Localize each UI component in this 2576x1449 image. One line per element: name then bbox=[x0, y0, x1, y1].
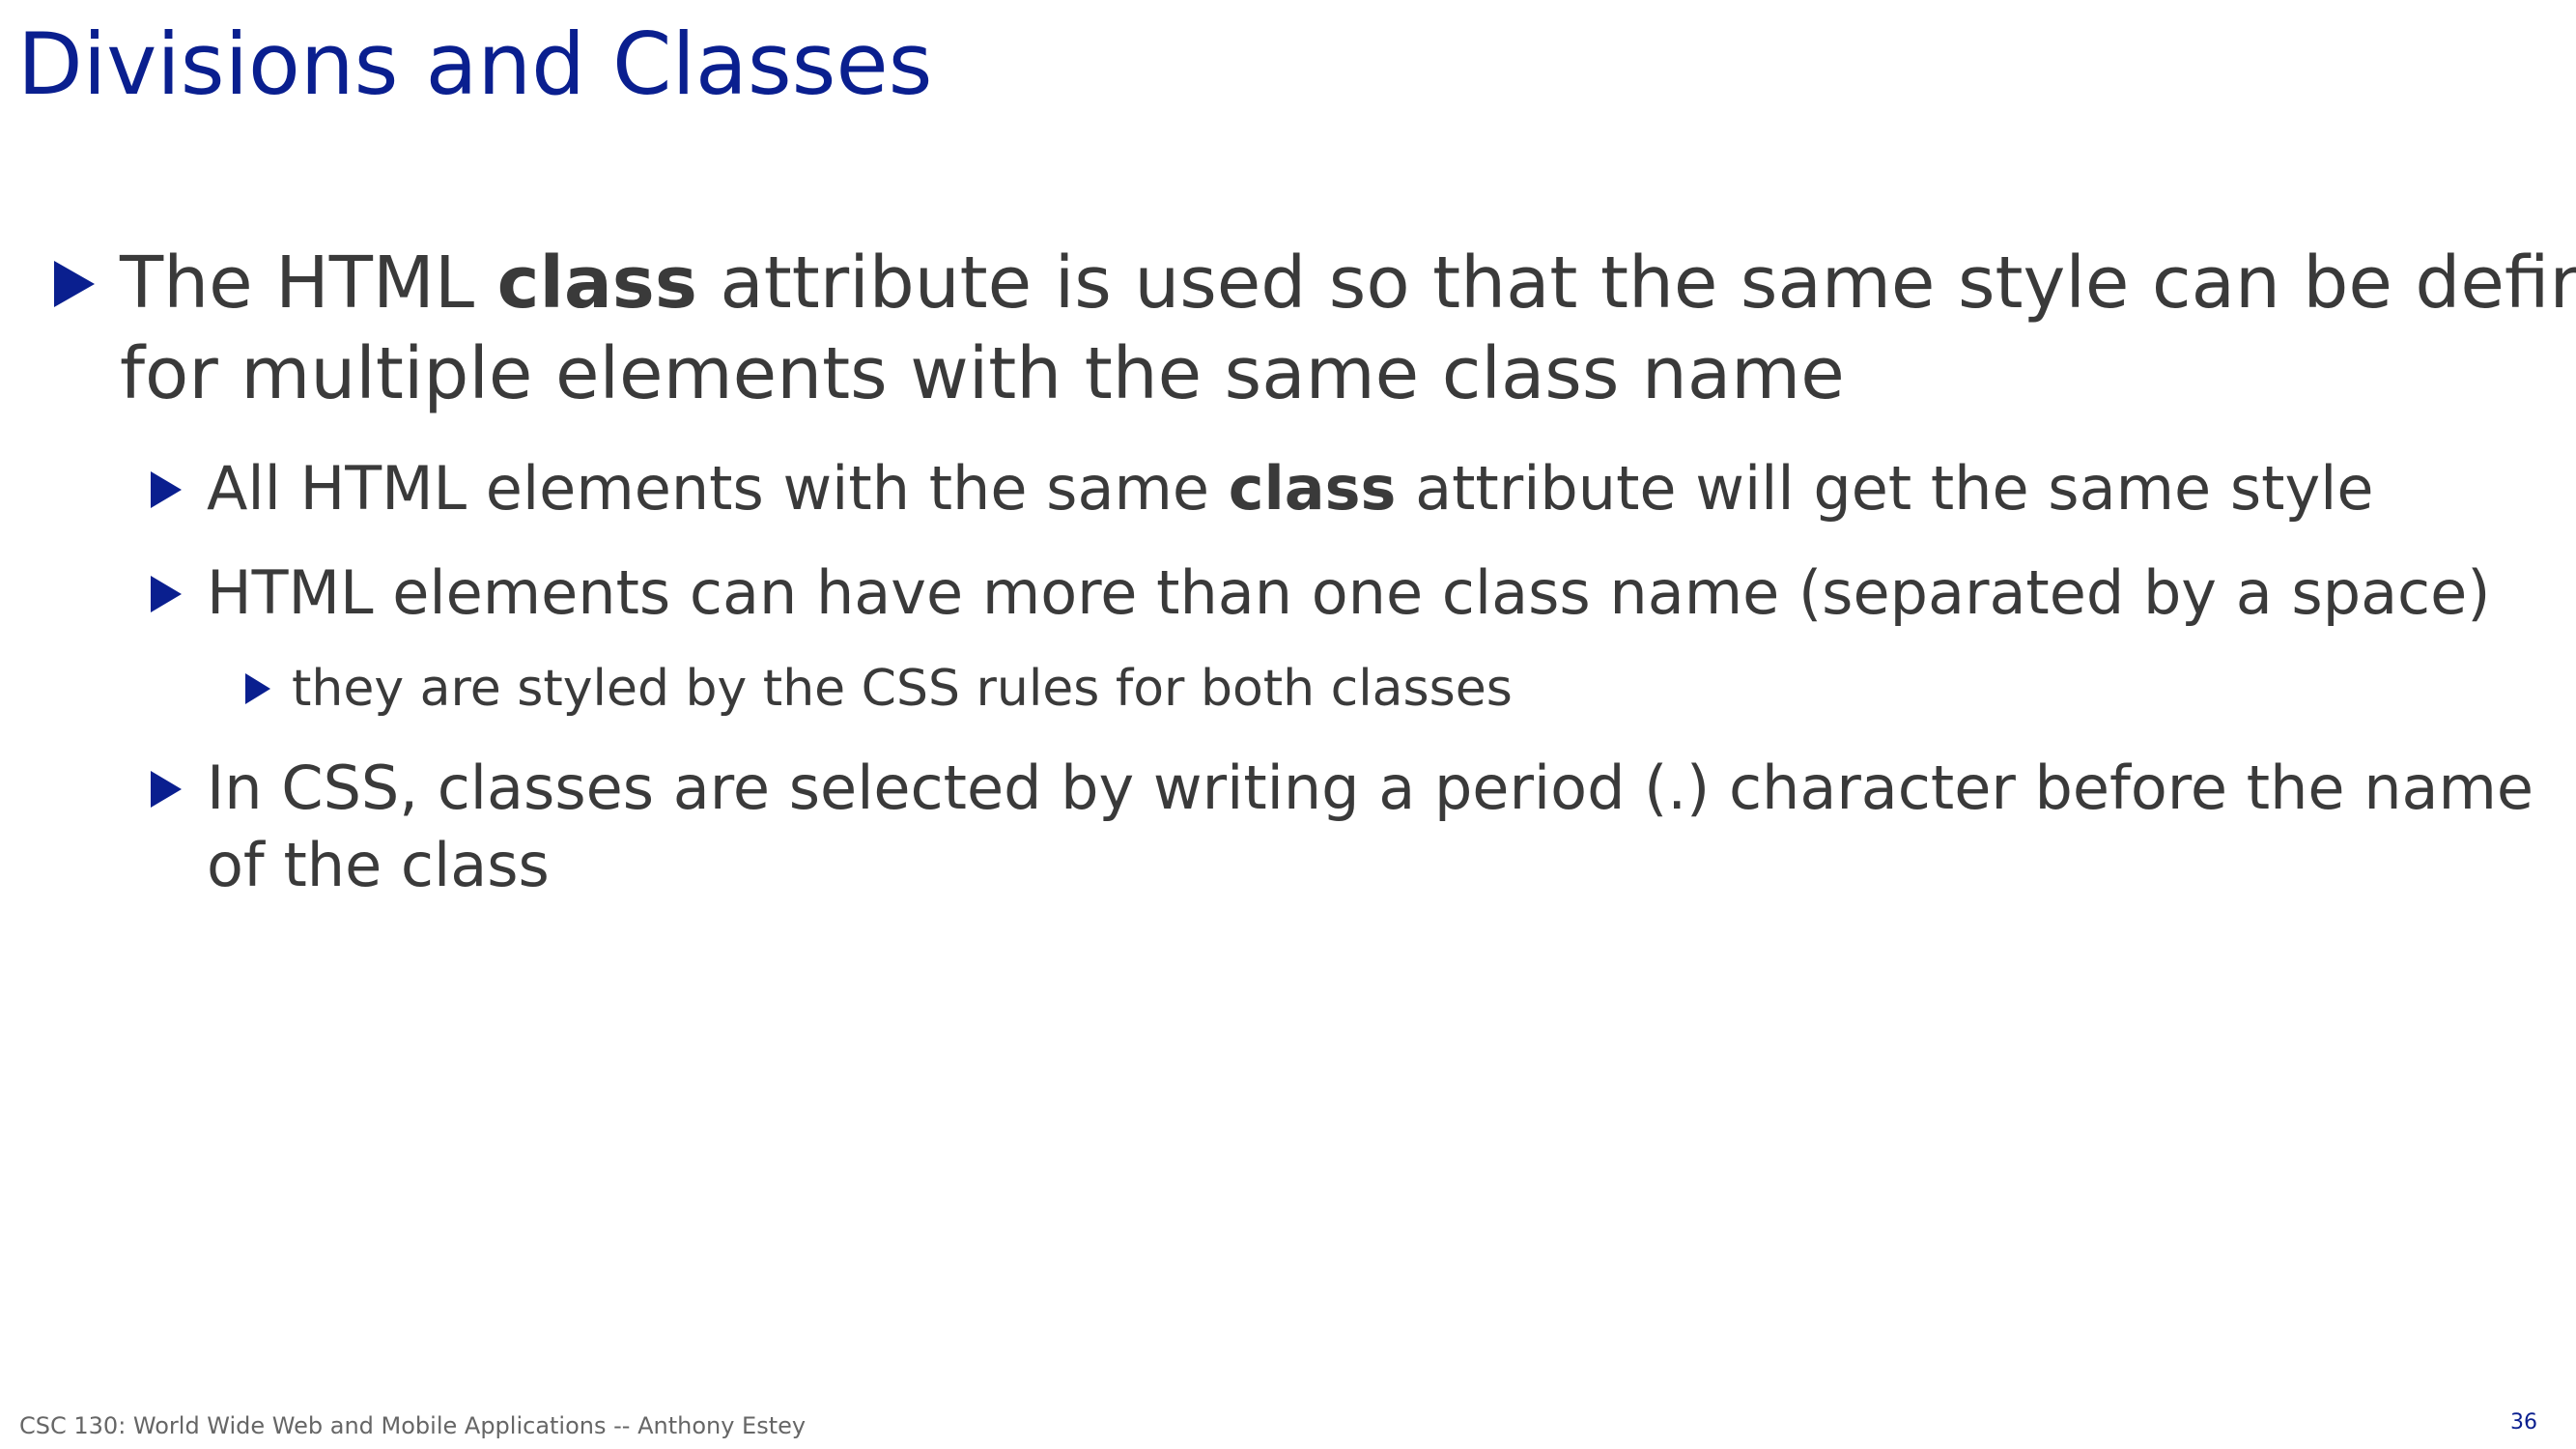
page-number: 36 bbox=[2510, 1410, 2537, 1435]
keyword-class: class bbox=[1228, 453, 1397, 524]
bullet-triangle-icon bbox=[151, 576, 182, 612]
bullet-text-line-2: for multiple elements with the same clas… bbox=[120, 332, 1845, 415]
bullet-text-line-2: of the class bbox=[207, 830, 550, 900]
bullet-triangle-icon bbox=[151, 471, 182, 508]
slide-footer: CSC 130: World Wide Web and Mobile Appli… bbox=[19, 1412, 807, 1439]
bullet-text: they are styled by the CSS rules for bot… bbox=[292, 660, 1513, 718]
bullet-triangle-icon bbox=[54, 261, 95, 307]
bullet-triangle-icon bbox=[151, 771, 182, 808]
bullet-text: HTML elements can have more than one cla… bbox=[207, 557, 2491, 628]
bullet-text-line-1: In CSS, classes are selected by writing … bbox=[207, 753, 2534, 823]
bullet-text-line-1: The HTML class attribute is used so that… bbox=[120, 242, 2576, 325]
slide-title: Divisions and Classes bbox=[17, 14, 933, 114]
keyword-class: class bbox=[496, 242, 697, 325]
slide: Divisions and Classes The HTML class att… bbox=[0, 0, 2576, 1449]
bullet-text: All HTML elements with the same class at… bbox=[207, 453, 2374, 524]
bullet-triangle-icon bbox=[245, 673, 270, 704]
